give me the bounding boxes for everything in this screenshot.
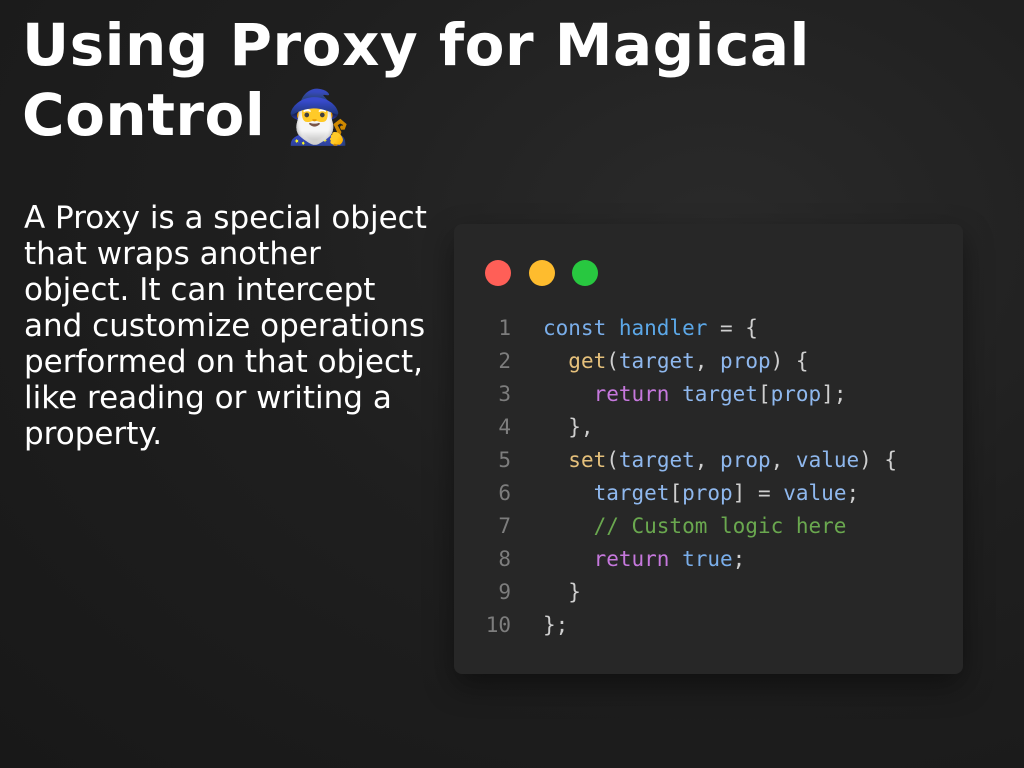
code-token: , [770, 448, 796, 472]
code-token: [ [757, 382, 771, 406]
code-line: 3 return target[prop]; [454, 378, 963, 411]
code-token: set [568, 448, 607, 472]
code-line: 6 target[prop] = value; [454, 477, 963, 510]
line-number: 1 [498, 316, 511, 340]
code-text: get(target, prop) { [511, 345, 809, 378]
line-number: 7 [498, 514, 511, 538]
code-text: }; [511, 609, 568, 642]
code-window: 1 const handler = {2 get(target, prop) {3… [454, 224, 963, 674]
code-token: value [795, 448, 860, 472]
code-text: const handler = { [511, 312, 758, 345]
line-number: 3 [498, 382, 511, 406]
slide-title: Using Proxy for Magical Control 🧙‍♂️ [22, 10, 982, 153]
code-line: 5 set(target, prop, value) { [454, 444, 963, 477]
code-line: 1 const handler = { [454, 312, 963, 345]
code-token: get [568, 349, 607, 373]
line-number: 5 [498, 448, 511, 472]
code-token: const [543, 316, 619, 340]
code-token: target [618, 448, 695, 472]
code-token: prop [770, 382, 822, 406]
code-token: return [593, 547, 683, 571]
code-token: prop [720, 448, 771, 472]
code-token: ) { [859, 448, 898, 472]
maximize-dot-icon [572, 260, 598, 286]
wizard-emoji-icon: 🧙‍♂️ [285, 88, 352, 148]
code-token: , [694, 448, 721, 472]
line-number: 4 [498, 415, 511, 439]
code-token: target [682, 382, 758, 406]
code-token: } [543, 580, 581, 604]
code-text: }, [511, 411, 594, 444]
code-token: ( [606, 349, 619, 373]
line-number: 9 [498, 580, 511, 604]
code-line: 4 }, [454, 411, 963, 444]
code-line: 10}; [454, 609, 963, 642]
code-text: target[prop] = value; [511, 477, 860, 510]
code-token: [ [669, 481, 683, 505]
code-token: return [593, 382, 683, 406]
code-line: 9 } [454, 576, 963, 609]
code-text: set(target, prop, value) { [511, 444, 897, 477]
minimize-dot-icon [529, 260, 555, 286]
close-dot-icon [485, 260, 511, 286]
code-token: true [682, 547, 733, 571]
code-token: , [694, 349, 721, 373]
code-text: } [511, 576, 581, 609]
code-token: prop [720, 349, 771, 373]
code-token: // Custom logic here [593, 514, 847, 538]
code-token: prop [682, 481, 733, 505]
code-token: target [618, 349, 695, 373]
line-number: 10 [485, 613, 511, 637]
code-token: ( [606, 448, 619, 472]
code-token: target [593, 481, 670, 505]
code-line: 2 get(target, prop) { [454, 345, 963, 378]
code-token: ) { [770, 349, 809, 373]
line-number: 8 [498, 547, 511, 571]
code-token: = { [707, 316, 758, 340]
code-text: return target[prop]; [511, 378, 847, 411]
code-token: handler [618, 316, 708, 340]
code-token: ; [846, 481, 860, 505]
slide-description: A Proxy is a special object that wraps a… [24, 200, 427, 452]
code-token: ; [732, 547, 746, 571]
code-token: }; [543, 613, 569, 637]
slide-title-text: Using Proxy for Magical Control [22, 11, 810, 149]
code-token: value [783, 481, 847, 505]
line-number: 2 [498, 349, 511, 373]
code-block: 1 const handler = {2 get(target, prop) {3… [454, 312, 963, 642]
line-number: 6 [498, 481, 511, 505]
code-line: 8 return true; [454, 543, 963, 576]
code-token: ]; [821, 382, 847, 406]
code-line: 7 // Custom logic here [454, 510, 963, 543]
code-text: return true; [511, 543, 746, 576]
code-token: ] = [732, 481, 784, 505]
code-token: }, [543, 415, 594, 439]
code-text: // Custom logic here [511, 510, 847, 543]
